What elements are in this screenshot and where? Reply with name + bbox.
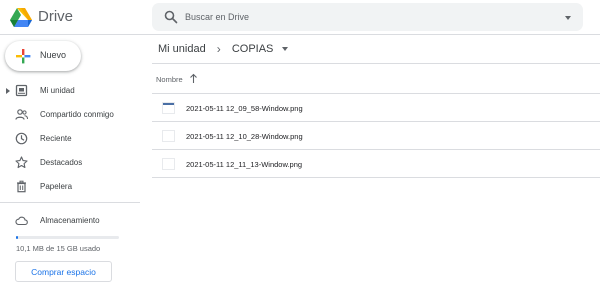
trash-icon [17, 180, 26, 193]
buy-storage-button-label: Comprar espacio [31, 267, 96, 277]
folder-menu-icon[interactable] [282, 47, 289, 51]
search-bar[interactable] [152, 3, 583, 31]
sidebar: Nuevo Mi unidad Compartido conmigo Recie… [0, 36, 140, 299]
breadcrumb-my-drive[interactable]: Mi unidad [158, 43, 206, 55]
my-drive-icon [15, 84, 28, 97]
image-thumbnail-icon [162, 102, 175, 114]
sidebar-item-label: Papelera [40, 182, 73, 191]
cloud-icon [15, 216, 28, 226]
shared-icon [15, 109, 28, 120]
breadcrumb-current-folder[interactable]: COPIAS [232, 43, 274, 55]
new-button[interactable]: Nuevo [5, 41, 81, 71]
expand-arrow-icon[interactable] [6, 88, 10, 94]
sidebar-item-storage[interactable]: Almacenamiento [0, 210, 140, 232]
file-name: 2021-05-11 12_11_13-Window.png [186, 160, 303, 169]
file-row[interactable]: 2021-05-11 12_11_13-Window.png [152, 150, 600, 178]
storage-label: Almacenamiento [40, 216, 100, 225]
column-header-name[interactable]: Nombre [156, 75, 183, 84]
top-bar: Drive [0, 0, 600, 35]
clock-icon [15, 132, 28, 145]
sidebar-item-label: Reciente [40, 134, 72, 143]
file-row[interactable]: 2021-05-11 12_09_58-Window.png [152, 94, 600, 122]
storage-progress-fill [16, 236, 18, 239]
sidebar-divider [0, 202, 140, 203]
file-name: 2021-05-11 12_10_28-Window.png [186, 132, 303, 141]
image-thumbnail-icon [162, 158, 175, 170]
file-row[interactable]: 2021-05-11 12_10_28-Window.png [152, 122, 600, 150]
search-options-icon[interactable] [565, 16, 571, 20]
sort-ascending-icon[interactable] [189, 73, 198, 84]
sidebar-item-shared-with-me[interactable]: Compartido conmigo [0, 104, 140, 126]
sidebar-item-label: Compartido conmigo [40, 110, 114, 119]
search-icon[interactable] [164, 10, 178, 24]
buy-storage-button[interactable]: Comprar espacio [15, 261, 112, 282]
thumbnail-band [163, 103, 174, 105]
app-name[interactable]: Drive [38, 8, 73, 25]
sidebar-item-trash[interactable]: Papelera [0, 176, 140, 198]
file-list-header: Nombre [152, 64, 600, 94]
sidebar-item-my-drive[interactable]: Mi unidad [0, 80, 140, 102]
chevron-right-icon: › [216, 42, 221, 56]
sidebar-item-label: Destacados [40, 158, 83, 167]
sidebar-item-starred[interactable]: Destacados [0, 152, 140, 174]
storage-progress-bar [16, 236, 119, 239]
image-thumbnail-icon [162, 130, 175, 142]
breadcrumb: Mi unidad › COPIAS [158, 42, 289, 58]
star-icon [15, 156, 28, 169]
file-name: 2021-05-11 12_09_58-Window.png [186, 104, 303, 113]
storage-usage-text: 10,1 MB de 15 GB usado [16, 244, 101, 253]
plus-icon [16, 49, 31, 64]
drive-logo-icon[interactable] [10, 7, 32, 27]
sidebar-item-recent[interactable]: Reciente [0, 128, 140, 150]
main-content: Mi unidad › COPIAS Nombre 2021-05-11 12_… [152, 36, 600, 299]
search-input[interactable] [185, 8, 545, 26]
new-button-label: Nuevo [40, 50, 67, 60]
sidebar-item-label: Mi unidad [40, 86, 75, 95]
